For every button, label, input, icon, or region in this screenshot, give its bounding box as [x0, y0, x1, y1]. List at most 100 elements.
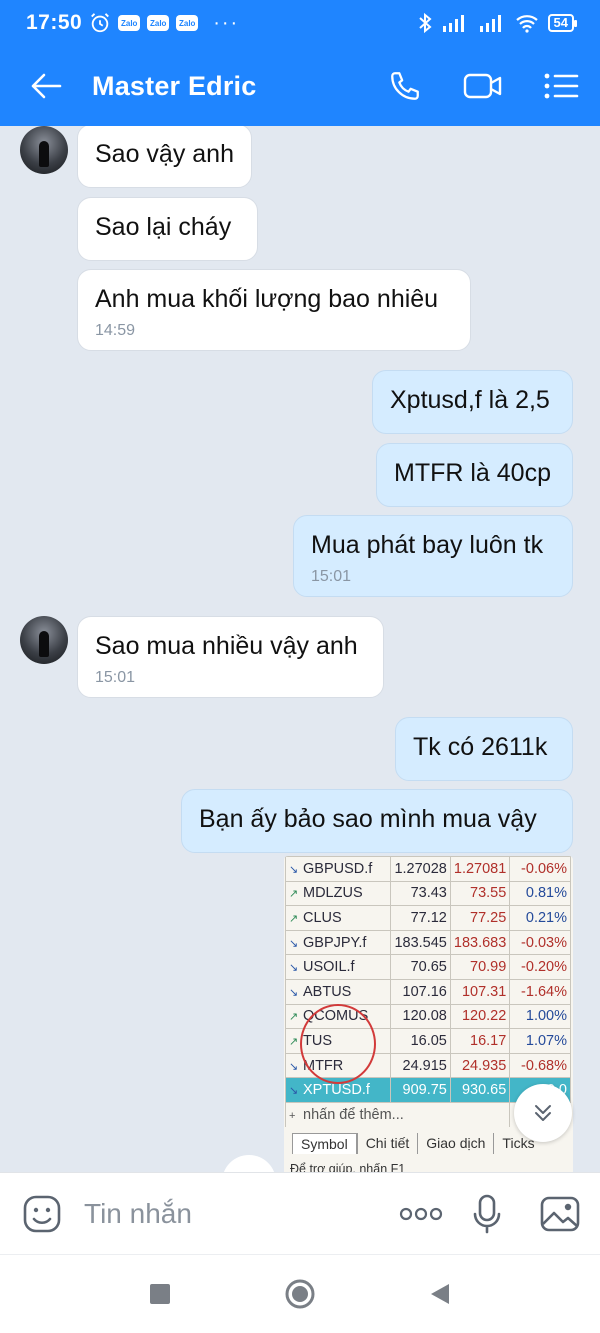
sticker-button[interactable]: [0, 1173, 84, 1255]
message-list[interactable]: Sao vậy anh Sao lại cháy Anh mua khối lư…: [0, 126, 600, 1172]
message-text: MTFR là 40cp: [394, 459, 551, 487]
bid-cell: 73.43: [390, 880, 451, 907]
message-input[interactable]: Tin nhắn: [84, 1198, 388, 1230]
message-bubble-incoming[interactable]: Sao vậy anh: [77, 126, 252, 188]
voice-record-button[interactable]: [454, 1173, 520, 1255]
message-bubble-outgoing[interactable]: Bạn ấy bảo sao mình mua vậy: [181, 789, 573, 853]
ask-cell: 107.31: [449, 978, 511, 1005]
status-time: 17:50: [26, 11, 83, 34]
tab-symbol: Symbol: [292, 1133, 357, 1155]
bid-cell: 183.545: [390, 929, 451, 956]
trend-up-icon: ↗: [289, 888, 299, 901]
change-cell: 0.81%: [509, 880, 571, 907]
contact-name[interactable]: Master Edric: [92, 71, 366, 102]
back-button[interactable]: [0, 46, 92, 126]
battery-indicator: 54: [547, 14, 578, 32]
signal-icon: [442, 15, 464, 32]
recents-button[interactable]: [140, 1274, 180, 1314]
quote-row: ↘ GBPUSD.f 1.27028 1.27081 -0.06%: [284, 856, 571, 882]
message-timestamp: 14:59: [95, 322, 136, 339]
ask-cell: 70.99: [449, 954, 511, 980]
message-timestamp: 15:01: [95, 669, 136, 686]
help-hint: Để trợ giúp, nhấn F1: [290, 1162, 406, 1172]
add-symbol-cell: + nhấn để thêm...: [284, 1101, 511, 1128]
red-circle-annotation: [300, 1004, 376, 1084]
zalo-notification-icon: Zalo: [118, 15, 141, 31]
message-bubble-incoming[interactable]: Sao lại cháy: [77, 197, 258, 261]
symbol-name: XPTUSD.f: [303, 1082, 370, 1099]
bid-cell: 16.05: [390, 1028, 451, 1054]
status-bar: 17:50 Zalo Zalo Zalo ··· 54: [0, 0, 600, 46]
tab-trade: Giao dịch: [417, 1133, 493, 1155]
quote-row: ↗ MDLZUS 73.43 73.55 0.81%: [284, 880, 571, 907]
more-dots-icon: [399, 1207, 443, 1220]
change-cell: -1.64%: [509, 978, 571, 1005]
change-cell: 1.07%: [509, 1028, 571, 1054]
ask-cell: 1.27081: [449, 856, 511, 882]
circle-icon: [285, 1279, 315, 1309]
message-bubble-outgoing[interactable]: Mua phát bay luôn tk 15:01: [293, 515, 573, 597]
more-notifications-icon: ···: [213, 11, 240, 34]
quote-row: ↗ CLUS 77.12 77.25 0.21%: [284, 905, 571, 931]
message-text: Sao lại cháy: [95, 213, 232, 241]
change-cell: -0.68%: [509, 1052, 571, 1079]
microphone-icon: [473, 1194, 501, 1233]
change-cell: -0.06%: [509, 856, 571, 882]
message-text: Bạn ấy bảo sao mình mua vậy: [199, 805, 537, 833]
quotes-table: ↘ GBPUSD.f 1.27028 1.27081 -0.06% ↗ MDLZUS 73.4…: [284, 856, 571, 1128]
menu-button[interactable]: [522, 46, 600, 126]
ask-cell: 73.55: [449, 880, 511, 907]
symbol-name: CLUS: [303, 909, 342, 926]
message-bubble-outgoing[interactable]: Xptusd,f là 2,5: [372, 370, 573, 434]
quote-row: ↘ USOIL.f 70.65 70.99 -0.20%: [284, 954, 571, 980]
signal-icon: [479, 15, 501, 32]
symbol-cell: ↘ GBPUSD.f: [284, 856, 392, 882]
image-icon: [540, 1196, 580, 1231]
ask-cell: 183.683: [449, 929, 511, 956]
quote-row: ↘ GBPJPY.f 183.545 183.683 -0.03%: [284, 929, 571, 956]
video-call-button[interactable]: [444, 46, 522, 126]
symbol-cell: ↘ USOIL.f: [284, 954, 392, 980]
system-nav-bar: [0, 1254, 600, 1333]
trend-down-icon: ↘: [289, 986, 299, 999]
send-image-button[interactable]: [520, 1173, 600, 1255]
message-bubble-incoming[interactable]: Sao mua nhiều vậy anh 15:01: [77, 616, 384, 698]
message-bubble-outgoing[interactable]: Tk có 2611k: [395, 717, 573, 781]
quote-row: ↘ ABTUS 107.16 107.31 -1.64%: [284, 978, 571, 1005]
list-menu-icon: [544, 73, 579, 99]
triangle-back-icon: [431, 1284, 449, 1304]
trend-down-icon: ↘: [289, 937, 299, 950]
message-bubble-incoming[interactable]: Anh mua khối lượng bao nhiêu 14:59: [77, 269, 471, 351]
reaction-button[interactable]: [222, 1155, 276, 1172]
avatar[interactable]: [20, 616, 68, 664]
trend-up-icon: ↗: [289, 1011, 299, 1024]
voice-call-button[interactable]: [366, 46, 444, 126]
scroll-to-bottom-button[interactable]: [514, 1084, 572, 1142]
trend-down-icon: ↘: [289, 1085, 299, 1098]
message-text: Mua phát bay luôn tk: [311, 531, 544, 559]
double-chevron-down-icon: [535, 1105, 551, 1121]
avatar[interactable]: [20, 126, 68, 174]
square-icon: [150, 1284, 170, 1304]
zalo-notification-icon: Zalo: [147, 15, 170, 31]
home-button[interactable]: [280, 1274, 320, 1314]
plus-icon: +: [289, 1109, 296, 1122]
change-cell: -0.20%: [509, 954, 571, 980]
symbol-name: GBPUSD.f: [303, 860, 373, 877]
more-options-button[interactable]: [388, 1173, 454, 1255]
zalo-notification-icon: Zalo: [176, 15, 199, 31]
message-bubble-outgoing[interactable]: MTFR là 40cp: [376, 443, 573, 507]
bluetooth-icon: [418, 12, 432, 34]
change-cell: 0.21%: [509, 905, 571, 931]
symbol-cell: ↗ MDLZUS: [284, 880, 392, 907]
trend-up-icon: ↗: [289, 912, 299, 925]
back-nav-button[interactable]: [420, 1274, 460, 1314]
ask-cell: 24.935: [449, 1052, 511, 1079]
message-text: Tk có 2611k: [413, 733, 548, 761]
bid-cell: 1.27028: [390, 856, 451, 882]
ask-cell: 930.65: [449, 1077, 511, 1103]
symbol-cell: ↗ CLUS: [284, 905, 392, 931]
chat-header: Master Edric: [0, 46, 600, 126]
ask-cell: 16.17: [449, 1028, 511, 1054]
tab-details: Chi tiết: [356, 1133, 418, 1155]
